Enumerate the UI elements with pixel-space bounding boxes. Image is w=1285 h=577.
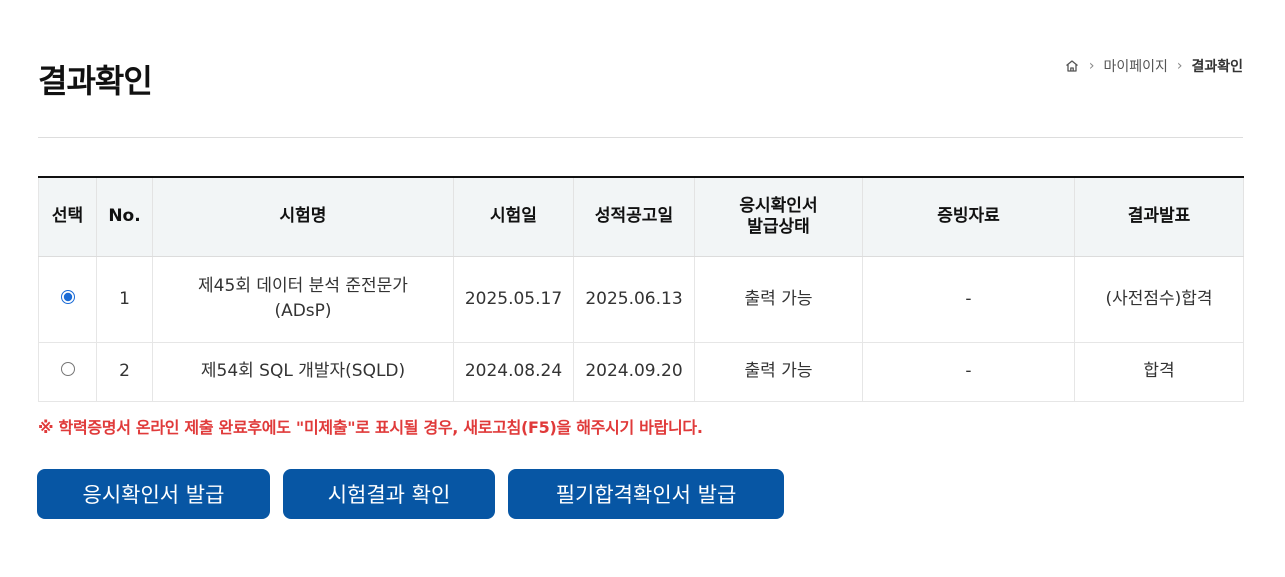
title-divider [38,137,1243,138]
header-evidence: 증빙자료 [862,177,1075,257]
result: 합격 [1074,342,1244,402]
header-admission-status: 응시확인서 발급상태 [694,177,863,257]
exam-name: 제54회 SQL 개발자(SQLD) [200,361,406,382]
exam-name: 제45회 데이터 분석 준전문가 [198,276,408,297]
admission-status: 출력 가능 [694,256,863,343]
header-admission-line2: 발급상태 [747,216,810,237]
header-result: 결과발표 [1074,177,1244,257]
page-title: 결과확인 [38,62,153,100]
breadcrumb-mypage[interactable]: 마이페이지 [1103,56,1167,76]
row-no: 1 [96,256,153,343]
breadcrumb: › 마이페이지 › 결과확인 [1064,56,1243,76]
action-buttons: 응시확인서 발급 시험결과 확인 필기합격확인서 발급 [37,469,784,519]
breadcrumb-current: 결과확인 [1191,59,1243,75]
evidence: - [862,256,1075,343]
score-date: 2025.06.13 [573,256,695,343]
row-no: 2 [96,342,153,402]
exam-date: 2025.05.17 [453,256,574,343]
table-row: 1 제45회 데이터 분석 준전문가 (ADsP) 2025.05.17 202… [38,256,1244,343]
header-admission-line1: 응시확인서 [739,195,818,216]
header-exam-name: 시험명 [152,177,454,257]
header-score-date: 성적공고일 [573,177,695,257]
issue-admission-button[interactable]: 응시확인서 발급 [37,469,270,519]
select-radio[interactable] [60,289,75,304]
exam-name-sub: (ADsP) [274,301,332,321]
exam-name-cell: 제54회 SQL 개발자(SQLD) [152,342,454,402]
written-pass-certificate-button[interactable]: 필기합격확인서 발급 [508,469,784,519]
select-radio[interactable] [60,362,75,377]
select-cell [38,256,97,343]
chevron-right-icon: › [1176,58,1183,74]
evidence: - [862,342,1075,402]
home-icon[interactable] [1064,58,1080,74]
admission-status: 출력 가능 [694,342,863,402]
table-header-row: 선택 No. 시험명 시험일 성적공고일 응시확인서 발급상태 증빙자료 결과발… [38,177,1244,257]
notice-text: ※ 학력증명서 온라인 제출 완료후에도 "미제출"로 표시될 경우, 새로고침… [38,418,703,437]
header-exam-date: 시험일 [453,177,574,257]
score-date: 2024.09.20 [573,342,695,402]
result-table: 선택 No. 시험명 시험일 성적공고일 응시확인서 발급상태 증빙자료 결과발… [38,176,1244,402]
exam-result-button[interactable]: 시험결과 확인 [283,469,495,519]
exam-name-cell: 제45회 데이터 분석 준전문가 (ADsP) [152,256,454,343]
table-row: 2 제54회 SQL 개발자(SQLD) 2024.08.24 2024.09.… [38,342,1244,402]
header-select: 선택 [38,177,97,257]
chevron-right-icon: › [1088,58,1095,74]
select-cell [38,342,97,402]
exam-date: 2024.08.24 [453,342,574,402]
header-no: No. [96,177,153,257]
result: (사전점수)합격 [1074,256,1244,343]
